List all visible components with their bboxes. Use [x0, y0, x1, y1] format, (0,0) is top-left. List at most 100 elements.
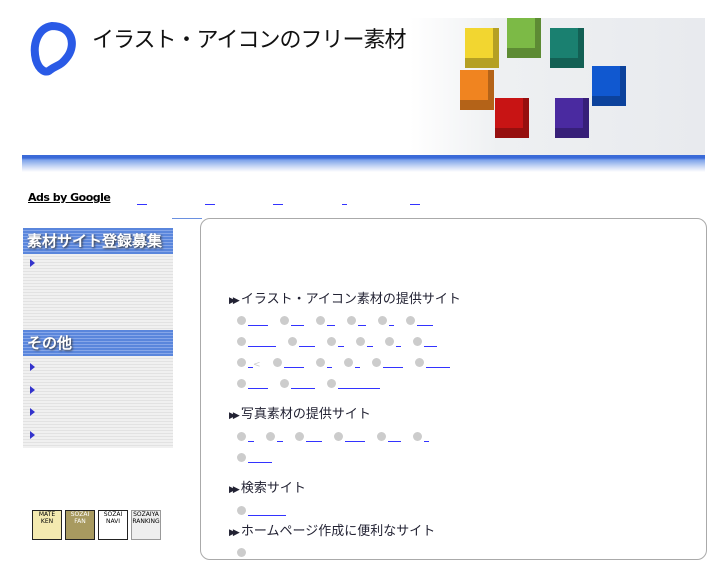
site-link[interactable]	[354, 357, 360, 368]
sidebar-item[interactable]	[23, 358, 173, 381]
list-item	[356, 331, 373, 350]
arrow-icon	[30, 385, 35, 394]
link-row	[237, 372, 392, 389]
list-item	[413, 331, 437, 350]
bullet-icon	[347, 316, 356, 325]
site-link[interactable]	[338, 378, 380, 389]
list-item: <	[237, 352, 261, 371]
banner-sozaifan[interactable]: SOZAI FAN	[65, 510, 95, 540]
section-heading: ▶▶ ホームページ作成に便利なサイト	[229, 524, 436, 539]
site-link[interactable]	[367, 336, 373, 347]
sidebar-list	[23, 254, 173, 330]
sidebar-heading: その他	[23, 330, 173, 356]
ad-link[interactable]	[273, 203, 283, 205]
bullet-icon	[413, 337, 422, 346]
site-link[interactable]	[388, 431, 401, 442]
site-link[interactable]	[248, 315, 268, 326]
sidebar-item[interactable]	[23, 381, 173, 404]
site-link[interactable]	[425, 357, 450, 368]
site-link[interactable]	[306, 431, 322, 442]
link-row	[237, 330, 449, 347]
site-link[interactable]	[326, 357, 332, 368]
site-link[interactable]	[248, 452, 272, 463]
site-link[interactable]	[248, 505, 286, 516]
banner-sozaiya-ranking[interactable]: SOZAIYA RANKING	[131, 510, 161, 540]
ads-by-google-link[interactable]: Ads by Google	[28, 191, 111, 204]
link-row	[237, 541, 260, 557]
bullet-icon	[414, 358, 424, 367]
bullet-icon	[280, 316, 289, 325]
banner-mateken[interactable]: MATE KEN	[32, 510, 62, 540]
site-link[interactable]	[417, 315, 433, 326]
banner-sozainavi[interactable]: SOZAI NAVI	[98, 510, 128, 540]
bullet-icon	[385, 337, 394, 346]
list-item	[237, 373, 268, 392]
header-photo	[410, 18, 705, 155]
site-link[interactable]	[396, 336, 401, 347]
list-item	[413, 426, 429, 445]
site-link[interactable]	[358, 315, 366, 326]
header-bar	[22, 155, 705, 172]
bullet-icon	[356, 337, 365, 346]
ad-link[interactable]	[342, 203, 347, 205]
bullet-icon	[237, 432, 246, 441]
sidebar-item[interactable]	[23, 254, 173, 277]
divider	[172, 218, 202, 219]
bullet-icon	[295, 432, 304, 441]
site-link[interactable]	[424, 336, 437, 347]
list-item	[334, 426, 365, 445]
double-arrow-icon: ▶▶	[229, 296, 240, 306]
site-link[interactable]	[299, 336, 315, 347]
site-link[interactable]	[283, 357, 304, 368]
site-link[interactable]	[248, 431, 254, 442]
site-link[interactable]	[338, 336, 344, 347]
list-item	[377, 426, 401, 445]
list-item	[295, 426, 322, 445]
section-heading: ▶▶ 検索サイト	[229, 481, 306, 496]
sidebar-item[interactable]	[23, 426, 173, 449]
list-item	[237, 426, 254, 445]
list-item	[272, 352, 304, 371]
list-item	[316, 310, 335, 329]
site-title[interactable]: イラスト・アイコンのフリー素材	[92, 22, 406, 54]
arrow-icon	[30, 430, 35, 439]
bullet-icon	[413, 432, 422, 441]
ad-link[interactable]	[410, 203, 420, 205]
double-arrow-icon: ▶▶	[229, 411, 240, 421]
bullet-icon	[237, 453, 246, 462]
bullet-icon	[316, 316, 325, 325]
site-link[interactable]	[345, 431, 365, 442]
link-row	[237, 425, 441, 442]
list-item	[237, 331, 276, 350]
site-link[interactable]	[291, 315, 304, 326]
site-link[interactable]	[424, 431, 429, 442]
list-item	[266, 426, 283, 445]
list-item	[347, 310, 366, 329]
site-link[interactable]	[327, 315, 335, 326]
site-link[interactable]	[389, 315, 394, 326]
site-link[interactable]	[277, 431, 283, 442]
bullet-icon	[406, 316, 415, 325]
section-heading: ▶▶ 写真素材の提供サイト	[229, 407, 371, 422]
bullet-icon	[237, 316, 246, 325]
site-link[interactable]	[291, 378, 315, 389]
list-item	[280, 373, 315, 392]
bullet-icon	[266, 432, 275, 441]
site-link[interactable]	[248, 378, 268, 389]
bullet-icon	[315, 358, 325, 367]
arrow-icon	[30, 408, 35, 416]
bullet-icon	[237, 506, 246, 515]
ad-link[interactable]	[137, 203, 147, 205]
list-item	[406, 310, 433, 329]
site-link[interactable]	[248, 336, 276, 347]
ad-link[interactable]	[205, 203, 215, 205]
list-item	[237, 447, 272, 466]
list-item	[280, 310, 304, 329]
bullet-icon	[237, 358, 246, 367]
link-row	[237, 446, 284, 463]
logo-icon	[30, 22, 76, 76]
sidebar-item[interactable]	[23, 403, 173, 426]
link-row: <	[237, 351, 462, 370]
list-item	[288, 331, 315, 350]
site-link[interactable]	[382, 357, 403, 368]
